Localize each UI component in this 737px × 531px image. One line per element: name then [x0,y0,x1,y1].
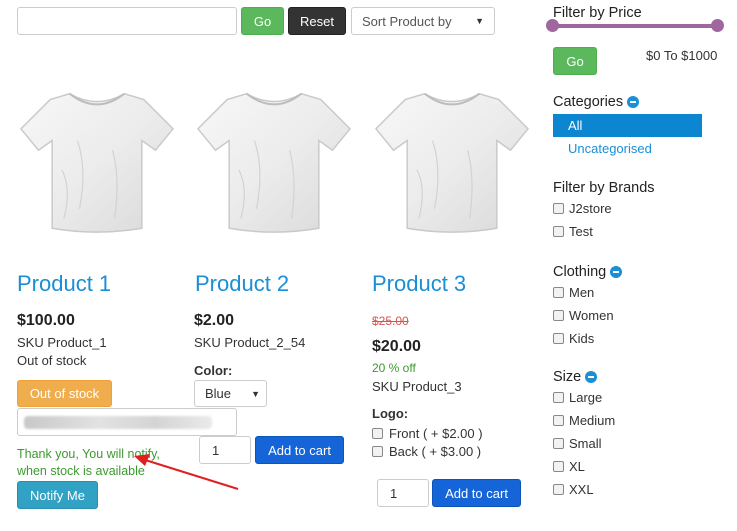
product-2-quantity-input[interactable]: 1 [199,436,251,464]
chevron-down-icon: ▼ [475,16,484,26]
checkbox[interactable] [372,428,383,439]
size-heading-label: Size [553,369,582,385]
checkbox[interactable] [553,203,564,214]
size-option-small[interactable]: Small [553,436,602,451]
checkbox[interactable] [553,333,564,344]
product-2-add-to-cart-button[interactable]: Add to cart [255,436,344,464]
logo-option-label: Back ( + $3.00 ) [389,444,482,459]
checkbox[interactable] [553,484,564,495]
filter-by-price-heading: Filter by Price [553,5,642,21]
product-3-sku: SKU Product_3 [372,379,462,394]
product-1-sku: SKU Product_1 [17,335,107,350]
category-item-uncategorised[interactable]: Uncategorised [568,141,652,156]
size-option-xxl[interactable]: XXL [553,482,594,497]
product-2-sku: SKU Product_2_54 [194,335,306,350]
logo-label: Logo: [372,406,409,421]
clothing-option-kids[interactable]: Kids [553,331,594,346]
size-option-label: XXL [569,482,594,497]
price-slider-max-handle[interactable] [711,19,724,32]
size-option-label: XL [569,459,585,474]
clothing-option-men[interactable]: Men [553,285,594,300]
out-of-stock-button[interactable]: Out of stock [17,380,112,407]
brand-option-label: Test [569,224,593,239]
clothing-heading[interactable]: Clothing [553,264,623,280]
price-slider-min-handle[interactable] [546,19,559,32]
product-1-price: $100.00 [17,312,75,329]
sort-select-label: Sort Product by [362,13,452,29]
product-1-title[interactable]: Product 1 [17,271,111,297]
clothing-option-women[interactable]: Women [553,308,614,323]
collapse-minus-icon[interactable] [627,96,640,108]
size-option-medium[interactable]: Medium [553,413,615,428]
product-3-price: $20.00 [372,338,421,355]
color-select[interactable]: Blue ▼ [194,380,267,407]
logo-option-front[interactable]: Front ( + $2.00 ) [372,426,483,441]
size-option-label: Small [569,436,602,451]
checkbox[interactable] [553,310,564,321]
product-2-image[interactable] [194,82,354,238]
clothing-option-label: Women [569,308,614,323]
product-1-image[interactable] [17,82,177,238]
logo-option-label: Front ( + $2.00 ) [389,426,483,441]
checkbox[interactable] [553,226,564,237]
search-input[interactable] [17,7,237,35]
logo-option-back[interactable]: Back ( + $3.00 ) [372,444,481,459]
clothing-heading-label: Clothing [553,264,607,280]
color-select-value: Blue [205,386,232,401]
product-3-add-to-cart-button[interactable]: Add to cart [432,479,521,507]
collapse-minus-icon[interactable] [585,371,598,383]
checkbox[interactable] [553,392,564,403]
price-slider-track[interactable] [550,24,720,28]
size-option-label: Large [569,390,603,405]
size-option-large[interactable]: Large [553,390,602,405]
product-3-title[interactable]: Product 3 [372,271,466,297]
size-option-xl[interactable]: XL [553,459,585,474]
sort-select[interactable]: Sort Product by ▼ [351,7,495,35]
product-3-quantity-input[interactable]: 1 [377,479,429,507]
checkbox[interactable] [553,415,564,426]
checkbox[interactable] [553,438,564,449]
checkbox[interactable] [372,446,383,457]
collapse-minus-icon[interactable] [610,266,623,278]
filter-by-brands-heading: Filter by Brands [553,180,655,196]
category-item-all[interactable]: All [553,114,702,137]
chevron-down-icon: ▼ [251,388,260,399]
product-2-title[interactable]: Product 2 [195,271,289,297]
brand-option-test[interactable]: Test [553,224,593,239]
brand-option-j2store[interactable]: J2store [553,201,612,216]
categories-heading-label: Categories [553,94,624,110]
product-3-discount: 20 % off [372,361,416,375]
reset-button[interactable]: Reset [288,7,346,35]
checkbox[interactable] [553,461,564,472]
product-1-stock-status: Out of stock [17,353,87,368]
clothing-option-label: Kids [569,331,595,346]
brand-option-label: J2store [569,201,612,216]
categories-heading[interactable]: Categories [553,94,640,110]
price-go-button[interactable]: Go [553,47,597,75]
redacted-email-blur [24,416,212,429]
size-heading[interactable]: Size [553,369,598,385]
product-2-price: $2.00 [194,312,235,329]
price-range-text: $0 To $1000 [646,48,718,63]
product-3-image[interactable] [372,82,532,238]
clothing-option-label: Men [569,285,595,300]
search-go-button[interactable]: Go [241,7,284,35]
size-option-label: Medium [569,413,616,428]
product-3-old-price: $25.00 [372,314,409,328]
checkbox[interactable] [553,287,564,298]
color-label: Color: [194,363,233,378]
notify-me-button[interactable]: Notify Me [17,481,98,509]
